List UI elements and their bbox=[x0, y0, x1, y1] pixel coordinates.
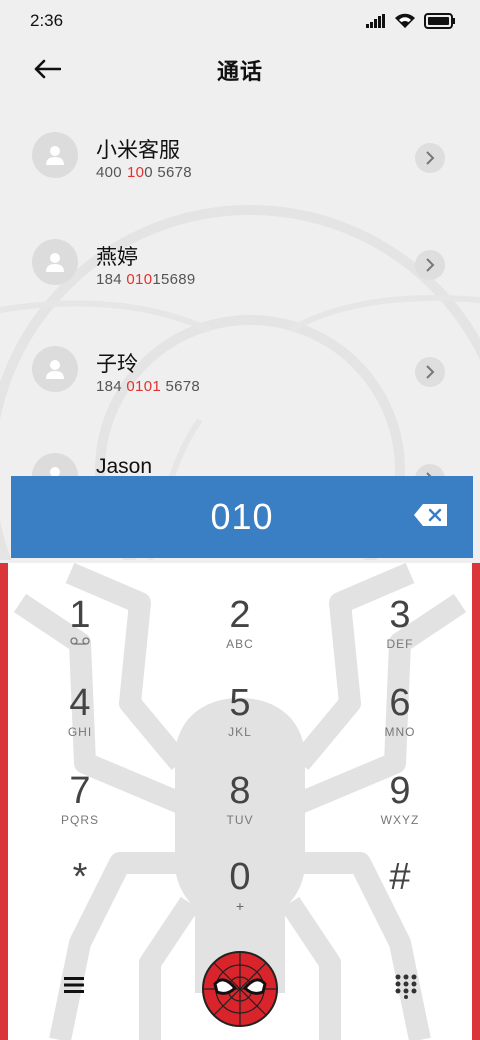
page-title: 通话 bbox=[216, 59, 263, 84]
menu-button[interactable] bbox=[60, 973, 88, 997]
bottom-action-bar bbox=[0, 945, 480, 1028]
key-9[interactable]: 9 WXYZ bbox=[340, 769, 460, 849]
key-0[interactable]: 0 + bbox=[180, 855, 300, 935]
number-part: 184 bbox=[96, 271, 127, 288]
key-letters: PQRS bbox=[60, 813, 99, 827]
avatar bbox=[32, 346, 78, 392]
contact-name: 子玲 bbox=[96, 353, 138, 376]
call-button[interactable] bbox=[201, 950, 279, 1028]
contact-detail-button[interactable] bbox=[415, 143, 445, 173]
key-digit: 1 bbox=[69, 594, 91, 636]
contact-detail-button[interactable] bbox=[415, 250, 445, 280]
contact-number: 400 100 5678 bbox=[96, 164, 192, 181]
key-7[interactable]: 7 PQRS bbox=[20, 769, 140, 849]
key-digit: 3 bbox=[389, 594, 411, 636]
contact-detail-button[interactable] bbox=[415, 357, 445, 387]
key-4[interactable]: 4 GHI bbox=[20, 681, 140, 761]
battery-icon bbox=[424, 13, 455, 29]
voicemail-icon bbox=[70, 637, 90, 645]
number-part: 5678 bbox=[160, 378, 201, 395]
status-icons bbox=[366, 13, 456, 29]
contact-number: 184 0101 5678 bbox=[96, 378, 200, 395]
key-digit: 7 bbox=[69, 770, 91, 812]
key-2[interactable]: 2 ABC bbox=[180, 593, 300, 673]
key-digit: 9 bbox=[389, 770, 411, 812]
status-bar: 2:36 bbox=[0, 0, 480, 42]
key-letters: TUV bbox=[226, 813, 254, 827]
person-icon bbox=[46, 360, 64, 379]
dial-input[interactable]: 010 bbox=[210, 496, 273, 538]
key-digit: 8 bbox=[229, 770, 251, 812]
key-digit: # bbox=[389, 856, 411, 898]
number-part: 400 bbox=[96, 164, 122, 181]
key-5[interactable]: 5 JKL bbox=[180, 681, 300, 761]
backspace-button[interactable] bbox=[413, 503, 449, 529]
key-3[interactable]: 3 DEF bbox=[340, 593, 460, 673]
number-part-match: 10 bbox=[126, 164, 145, 181]
key-digit: 4 bbox=[69, 682, 91, 724]
key-8[interactable]: 8 TUV bbox=[180, 769, 300, 849]
contact-name: 小米客服 bbox=[96, 139, 180, 162]
menu-icon bbox=[64, 977, 84, 993]
avatar bbox=[32, 132, 78, 178]
number-part: 0 bbox=[144, 164, 153, 181]
key-digit: 2 bbox=[229, 594, 251, 636]
key-hash[interactable]: # bbox=[340, 855, 460, 935]
chevron-right-icon bbox=[426, 151, 435, 165]
number-part-match: 010 bbox=[126, 271, 153, 288]
key-letters: ABC bbox=[226, 637, 254, 651]
key-digit: 5 bbox=[229, 682, 251, 724]
avatar bbox=[32, 239, 78, 285]
key-letters: + bbox=[235, 898, 245, 914]
number-part: 5678 bbox=[152, 164, 192, 181]
backspace-icon bbox=[414, 504, 447, 526]
person-icon bbox=[46, 146, 64, 165]
key-1[interactable]: 1 bbox=[20, 593, 140, 673]
spiderman-call-icon bbox=[202, 951, 278, 1027]
wifi-icon bbox=[395, 13, 415, 28]
header: 通话 bbox=[0, 42, 480, 98]
dialpad-grid-icon bbox=[395, 974, 417, 999]
chevron-right-icon bbox=[426, 365, 435, 379]
number-part-match: 0101 bbox=[126, 378, 161, 395]
back-arrow-icon bbox=[34, 59, 61, 79]
key-digit: * bbox=[72, 856, 88, 898]
contact-item[interactable]: 子玲 184 0101 5678 bbox=[0, 314, 480, 414]
key-letters: WXYZ bbox=[380, 813, 420, 827]
contact-name: 燕婷 bbox=[96, 246, 138, 269]
key-6[interactable]: 6 MNO bbox=[340, 681, 460, 761]
dial-input-bar: 010 bbox=[11, 476, 473, 558]
key-digit: 0 bbox=[229, 856, 251, 898]
status-time: 2:36 bbox=[30, 11, 64, 30]
contact-item[interactable]: 小米客服 400 100 5678 bbox=[0, 100, 480, 200]
dialpad-toggle-button[interactable] bbox=[394, 973, 418, 999]
number-part: 15689 bbox=[152, 271, 196, 288]
key-letters: MNO bbox=[384, 725, 416, 739]
key-star[interactable]: * bbox=[20, 855, 140, 935]
back-button[interactable] bbox=[30, 54, 64, 84]
key-letters: DEF bbox=[386, 637, 414, 651]
contact-item[interactable]: 燕婷 184 01015689 bbox=[0, 207, 480, 307]
key-letters: JKL bbox=[228, 725, 252, 739]
key-letters: GHI bbox=[67, 725, 93, 739]
contact-number: 184 01015689 bbox=[96, 271, 196, 288]
key-digit: 6 bbox=[389, 682, 411, 724]
signal-icon bbox=[366, 14, 385, 28]
chevron-right-icon bbox=[426, 258, 435, 272]
number-part: 184 bbox=[96, 378, 127, 395]
person-icon bbox=[46, 253, 64, 272]
